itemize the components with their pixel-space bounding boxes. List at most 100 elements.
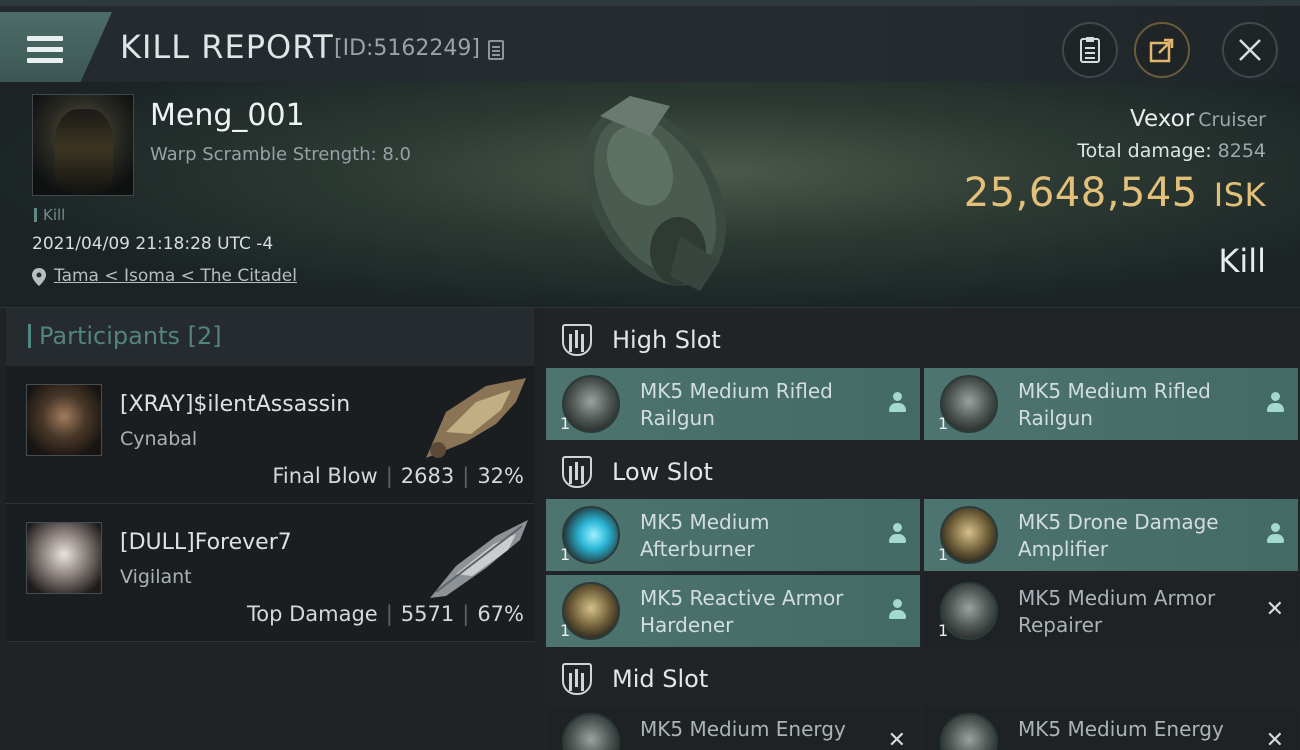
- kill-datetime: 2021/04/09 21:18:28 UTC -4: [32, 234, 274, 254]
- participant-stats: Top Damage | 5571 | 67%: [246, 602, 524, 626]
- total-damage: Total damage: 8254: [1077, 140, 1266, 162]
- participant-ship: Vigilant: [120, 566, 192, 588]
- armor-hardener-icon: [562, 582, 620, 640]
- participant-ship: Cynabal: [120, 428, 198, 450]
- victim-ship-image[interactable]: [560, 86, 750, 298]
- participants-label: Participants: [39, 322, 180, 350]
- kill-location-link[interactable]: Tama < Isoma < The Citadel: [54, 266, 297, 286]
- participant-ship-image: [430, 520, 528, 598]
- module-name: MK5 Reactive Armor Hardener: [640, 586, 844, 637]
- kill-tag: Kill: [34, 206, 65, 224]
- afterburner-icon: [562, 506, 620, 564]
- participant-avatar[interactable]: [26, 522, 102, 594]
- module-card[interactable]: 1 MK5 Medium Afterburner: [546, 499, 920, 571]
- module-card[interactable]: 1 MK5 Medium Energy ✕: [924, 706, 1298, 750]
- participant-percent: 32%: [477, 464, 524, 488]
- victim-ship-class: Cruiser: [1198, 109, 1266, 131]
- module-quantity: 1: [938, 545, 949, 564]
- menu-button[interactable]: [0, 12, 112, 82]
- module-quantity: 1: [938, 414, 949, 433]
- share-icon: [1149, 38, 1174, 63]
- high-slot-icon: [562, 324, 592, 356]
- dropped-pilot-icon: [888, 523, 906, 545]
- mid-slot-header: Mid Slot: [540, 649, 1300, 709]
- high-slot-label: High Slot: [612, 326, 721, 354]
- module-name: MK5 Medium Rifled Railgun: [1018, 379, 1211, 430]
- total-damage-value: 8254: [1217, 140, 1266, 162]
- share-button[interactable]: [1134, 22, 1190, 78]
- destroyed-x-icon: ✕: [1265, 597, 1284, 622]
- module-name: MK5 Medium Rifled Railgun: [640, 379, 833, 430]
- total-damage-label: Total damage:: [1077, 140, 1212, 162]
- energy-module-icon: [562, 713, 620, 750]
- dropped-pilot-icon: [888, 392, 906, 414]
- victim-avatar[interactable]: [32, 94, 134, 196]
- railgun-icon: [940, 375, 998, 433]
- report-id: [ID:5162249]: [334, 36, 480, 61]
- module-card[interactable]: 1 MK5 Medium Energy ✕: [546, 706, 920, 750]
- isk-unit: ISK: [1213, 176, 1266, 214]
- low-slot-header: Low Slot: [540, 442, 1300, 502]
- drone-amplifier-icon: [940, 506, 998, 564]
- dropped-pilot-icon: [1266, 392, 1284, 414]
- module-card[interactable]: 1 MK5 Medium Rifled Railgun: [546, 368, 920, 440]
- participant-row[interactable]: [XRAY]$ilentAssassin Cynabal Final Blow |…: [6, 366, 534, 504]
- participant-ship-image: [426, 378, 526, 458]
- close-icon: [1239, 39, 1261, 61]
- mid-slot-label: Mid Slot: [612, 665, 709, 693]
- module-quantity: 1: [560, 621, 571, 640]
- module-card[interactable]: 1 MK5 Reactive Armor Hardener: [546, 575, 920, 647]
- copy-id-icon[interactable]: [488, 40, 504, 60]
- armor-repairer-icon: [940, 582, 998, 640]
- module-quantity: 1: [560, 545, 571, 564]
- high-slot-header: High Slot: [540, 310, 1300, 370]
- destroyed-x-icon: ✕: [887, 728, 906, 750]
- isk-value: 25,648,545 ISK: [964, 170, 1266, 216]
- module-card[interactable]: 1 MK5 Medium Rifled Railgun: [924, 368, 1298, 440]
- menu-icon: [27, 36, 63, 64]
- destroyed-x-icon: ✕: [1265, 728, 1284, 750]
- participant-damage: 5571: [400, 602, 455, 626]
- kill-summary: Meng_001 Warp Scramble Strength: 8.0 Kil…: [0, 82, 1300, 308]
- page-title: KILL REPORT: [120, 28, 334, 66]
- energy-module-icon: [940, 713, 998, 750]
- location-pin-icon: [32, 268, 46, 286]
- mid-slot-icon: [562, 663, 592, 695]
- close-button[interactable]: [1222, 22, 1278, 78]
- participant-role: Final Blow: [272, 464, 378, 488]
- participants-count: [2]: [187, 322, 222, 350]
- participant-avatar[interactable]: [26, 384, 102, 456]
- module-name: MK5 Medium Armor Repairer: [1018, 586, 1216, 637]
- module-name: MK5 Drone Damage Amplifier: [1018, 510, 1219, 561]
- victim-ship-name: Vexor: [1130, 106, 1195, 132]
- railgun-icon: [562, 375, 620, 433]
- dropped-pilot-icon: [1266, 523, 1284, 545]
- participant-name: [XRAY]$ilentAssassin: [120, 392, 351, 417]
- module-quantity: 1: [938, 621, 949, 640]
- warp-scramble-strength: Warp Scramble Strength: 8.0: [150, 144, 412, 165]
- kill-result: Kill: [1218, 242, 1266, 280]
- victim-ship[interactable]: Vexor Cruiser: [1130, 106, 1266, 132]
- participant-role: Top Damage: [246, 602, 378, 626]
- participants-header: Participants [2]: [6, 308, 534, 366]
- module-name: MK5 Medium Energy: [1018, 717, 1224, 741]
- module-name: MK5 Medium Energy: [640, 717, 846, 741]
- low-slot-icon: [562, 456, 592, 488]
- participant-percent: 67%: [477, 602, 524, 626]
- report-button[interactable]: [1062, 22, 1118, 78]
- clipboard-icon: [1080, 37, 1100, 63]
- module-name: MK5 Medium Afterburner: [640, 510, 770, 561]
- low-slot-label: Low Slot: [612, 458, 713, 486]
- dropped-pilot-icon: [888, 599, 906, 621]
- participant-damage: 2683: [400, 464, 455, 488]
- victim-pilot-name[interactable]: Meng_001: [150, 98, 305, 133]
- isk-amount: 25,648,545: [963, 170, 1198, 216]
- module-quantity: 1: [560, 414, 571, 433]
- participant-row[interactable]: [DULL]Forever7 Vigilant Top Damage | 5571 |…: [6, 504, 534, 642]
- participant-name: [DULL]Forever7: [120, 530, 292, 555]
- fitting-panel: High Slot 1 MK5 Medium Rifled Railgun 1 …: [540, 308, 1300, 750]
- header-bar: KILL REPORT [ID:5162249]: [0, 0, 1300, 82]
- module-card[interactable]: 1 MK5 Drone Damage Amplifier: [924, 499, 1298, 571]
- module-card[interactable]: 1 MK5 Medium Armor Repairer ✕: [924, 575, 1298, 647]
- participant-stats: Final Blow | 2683 | 32%: [272, 464, 524, 488]
